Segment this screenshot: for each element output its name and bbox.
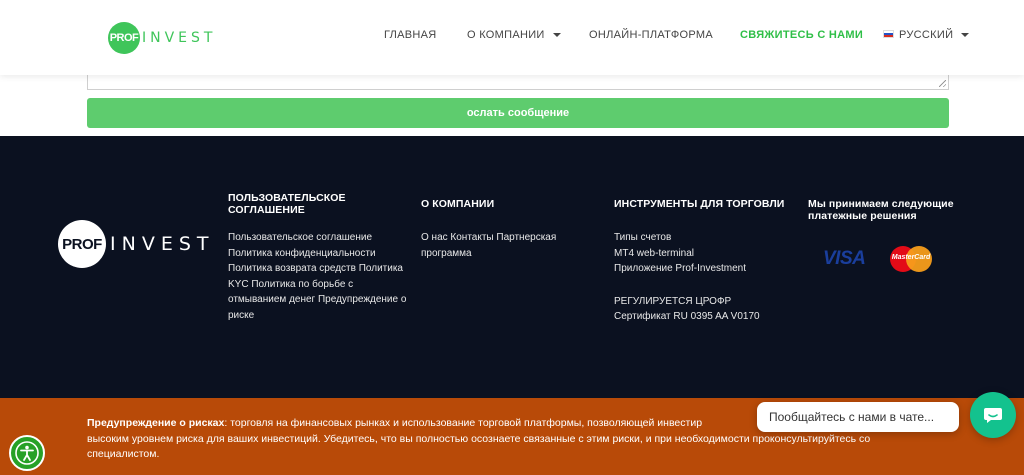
chat-prompt-bubble[interactable]: Пообщайтесь с нами в чате... — [757, 402, 959, 432]
footer-link[interactable]: Типы счетов — [614, 230, 794, 246]
footer-logo-mark: PROF — [58, 220, 106, 268]
footer-column-title: ПОЛЬЗОВАТЕЛЬСКОЕ СОГЛАШЕНИЕ — [228, 192, 346, 216]
footer-links: О нас Контакты Партнерская программа — [421, 230, 591, 261]
footer-column-payments: Мы принимаем следующие платежные решения — [808, 198, 978, 236]
footer-column-tools: ИНСТРУМЕНТЫ ДЛЯ ТОРГОВЛИ Типы счетов MT4… — [614, 198, 794, 325]
visa-logo: VISA — [823, 248, 866, 269]
language-selector[interactable]: РУССКИЙ — [883, 29, 970, 41]
footer-link[interactable]: отмыванием денег Предупреждение о — [228, 292, 418, 308]
risk-warning-title: Предупреждение о рисках — [87, 417, 225, 429]
footer-link[interactable]: программа — [421, 246, 591, 262]
risk-warning-line3: специалистом. — [87, 448, 160, 460]
footer-column-title: ИНСТРУМЕНТЫ ДЛЯ ТОРГОВЛИ — [614, 198, 785, 210]
chevron-down-icon — [961, 33, 970, 38]
send-message-button[interactable]: осл​ать сообщение — [87, 98, 949, 128]
main-nav: ГЛАВНАЯ О КОМПАНИИ ОНЛАЙН-ПЛАТФОРМА СВЯЖ… — [0, 29, 1024, 45]
site-header: PROF INVEST ГЛАВНАЯ О КОМПАНИИ ОНЛАЙН-ПЛ… — [0, 0, 1024, 75]
risk-warning-line1: : торговля на финансовых рынках и исполь… — [224, 417, 703, 429]
footer-column-company: О КОМПАНИИ О нас Контакты Партнерская пр… — [421, 198, 591, 261]
footer-link[interactable]: Приложение Prof-Investment — [614, 261, 794, 277]
footer-text: РЕГУЛИРУЕТСЯ ЦРОФР — [614, 295, 732, 307]
footer-link[interactable]: Политика конфиденциальности — [228, 246, 418, 262]
mastercard-label: MasterCard — [891, 254, 931, 261]
footer-link[interactable]: MT4 web-terminal — [614, 246, 794, 262]
nav-item-contact[interactable]: СВЯЖИТЕСЬ С НАМИ — [740, 29, 863, 41]
footer-link[interactable]: Политика возврата средств Политика — [228, 261, 418, 277]
nav-item-about[interactable]: О КОМПАНИИ — [467, 29, 561, 41]
footer-link[interactable]: О нас Контакты Партнерская — [421, 230, 591, 246]
footer-logo-text: INVEST — [110, 233, 215, 255]
nav-item-platform[interactable]: ОНЛАЙН-ПЛАТФОРМА — [589, 29, 713, 41]
footer-links: Пользовательское соглашение Политика кон… — [228, 230, 418, 323]
russia-flag-icon — [883, 30, 894, 39]
footer-link[interactable]: риске — [228, 308, 418, 324]
chevron-down-icon — [552, 33, 561, 38]
accessibility-icon — [15, 441, 39, 465]
language-label: РУССКИЙ — [899, 29, 954, 41]
nav-item-home[interactable]: ГЛАВНАЯ — [384, 29, 437, 41]
accessibility-button[interactable] — [9, 435, 45, 471]
resize-handle-icon[interactable] — [939, 80, 946, 87]
footer-link[interactable]: Пользовательское соглашение — [228, 230, 418, 246]
mastercard-logo: MasterCard — [890, 246, 932, 272]
footer-column-title: Мы принимаем следующие платежные решения — [808, 198, 954, 222]
footer-column-agreement: ПОЛЬЗОВАТЕЛЬСКОЕ СОГЛАШЕНИЕ Пользователь… — [228, 192, 418, 323]
site-footer: PROF INVEST ПОЛЬЗОВАТЕЛЬСКОЕ СОГЛАШЕНИЕ … — [0, 136, 1024, 398]
nav-item-about-label: О КОМПАНИИ — [467, 29, 545, 41]
footer-logo[interactable]: PROF INVEST — [58, 220, 215, 268]
chat-launcher-button[interactable] — [970, 392, 1016, 438]
risk-warning-line2: высоким уровнем риска для ваших инвестиц… — [87, 432, 871, 445]
footer-spacer — [614, 277, 794, 294]
footer-link[interactable]: KYC Политика по борьбе с — [228, 277, 418, 293]
footer-links: Типы счетов MT4 web-terminal Приложение … — [614, 230, 794, 325]
footer-column-title: О КОМПАНИИ — [421, 198, 495, 210]
footer-text: Сертификат RU 0395 AA V0170 — [614, 311, 760, 322]
chat-icon — [984, 408, 1002, 423]
